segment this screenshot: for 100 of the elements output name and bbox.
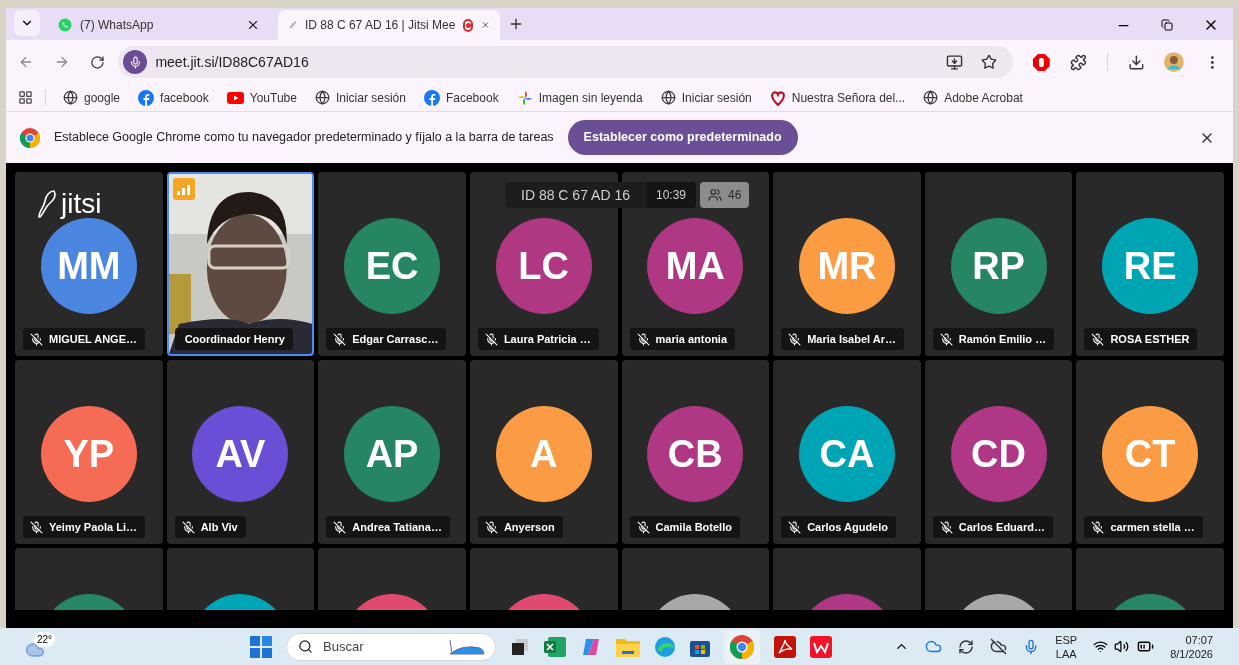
- avatar-initials: MM: [57, 243, 121, 289]
- participant-name: Camila Botello: [655, 519, 732, 535]
- infobar-message: Establece Google Chrome como tu navegador predeterminado y fíjalo a la barra de tareas: [54, 129, 554, 147]
- participant-name: Alb Viv: [200, 519, 238, 535]
- globe-icon: [923, 90, 939, 105]
- participant-name: maria antonia: [655, 331, 728, 347]
- new-tab-button[interactable]: [508, 16, 524, 32]
- profile-avatar[interactable]: [1164, 52, 1185, 72]
- tab-title: ID 88 C 67 AD 16 | Jitsi Mee: [304, 17, 456, 34]
- youtube-icon: [226, 91, 244, 104]
- install-app-icon[interactable]: [946, 53, 964, 71]
- bookmark[interactable]: Adobe Acrobat: [918, 88, 1028, 107]
- bookmark[interactable]: facebook: [133, 88, 214, 107]
- participant-name: Laura Patricia …: [503, 331, 591, 347]
- language-indicator[interactable]: ESP LAA: [1055, 632, 1078, 661]
- participant-name: Yeimy Paola Li…: [49, 519, 138, 535]
- tab-title: (7) WhatsApp: [80, 17, 155, 34]
- restore-icon[interactable]: [1161, 19, 1173, 31]
- participant-name: Edgar Carrasc…: [352, 331, 439, 347]
- browser-tab[interactable]: (7) WhatsApp: [48, 10, 270, 40]
- microphone-indicator-icon: [123, 50, 148, 74]
- volume-icon[interactable]: [1114, 639, 1130, 654]
- tab-search-button[interactable]: [14, 10, 40, 36]
- heart-icon: [769, 89, 786, 106]
- participant-tile[interactable]: A Anyerson: [469, 360, 618, 544]
- meeting-timer: 10:39: [645, 182, 696, 208]
- browser-tab[interactable]: ID 88 C 67 AD 16 | Jitsi Mee: [278, 10, 500, 40]
- address-bar[interactable]: meet.jit.si/ID88C67AD16: [118, 46, 1014, 78]
- back-icon[interactable]: [18, 54, 34, 70]
- participant-name: Carlos Eduard…: [958, 519, 1045, 535]
- avatar-initials: YP: [63, 431, 115, 477]
- participant-tile[interactable]: YP Yeimy Paola Li…: [15, 360, 163, 544]
- pdf-app-icon[interactable]: [774, 635, 797, 658]
- avatar-initials: MA: [665, 243, 725, 289]
- set-default-button[interactable]: Establecer como predeterminado: [567, 120, 798, 155]
- avatar-initials: CA: [819, 431, 875, 477]
- search-field[interactable]: Buscar: [286, 632, 497, 661]
- bookmark-star-icon[interactable]: [981, 54, 998, 70]
- office-suite-icon[interactable]: [810, 635, 833, 658]
- chrome-taskbar-button[interactable]: [724, 629, 761, 664]
- bookmark[interactable]: Facebook: [418, 88, 504, 107]
- reload-icon[interactable]: [89, 54, 105, 70]
- participant-name: carmen stella …: [1110, 519, 1195, 535]
- avatar-initials: MR: [817, 243, 877, 289]
- participant-tile[interactable]: RE ROSA ESTHER: [1076, 172, 1224, 356]
- globe-icon: [314, 90, 330, 105]
- participant-tile[interactable]: CD Carlos Eduard…: [924, 360, 1073, 544]
- bookmark[interactable]: YouTube: [221, 88, 302, 107]
- participant-tile[interactable]: EC Edgar Carrasc…: [318, 172, 466, 356]
- windows-logo-icon[interactable]: [250, 635, 273, 658]
- chrome-logo-icon: [730, 634, 755, 659]
- avatar-initials: EC: [365, 243, 419, 289]
- download-icon[interactable]: [1127, 53, 1145, 71]
- close-icon[interactable]: [246, 18, 260, 32]
- apps-icon[interactable]: [18, 90, 33, 105]
- avatar-initials: RP: [972, 243, 1025, 289]
- participant-tile[interactable]: Coordinador Henry: [166, 172, 315, 356]
- globe-icon: [660, 90, 676, 105]
- weather-temperature[interactable]: 22°: [34, 631, 56, 647]
- chat-icon: [58, 18, 72, 32]
- wifi-icon[interactable]: [1093, 639, 1109, 654]
- bookmark[interactable]: google: [58, 88, 126, 107]
- bookmark[interactable]: Iniciar sesión: [655, 88, 757, 107]
- globe-icon: [63, 90, 78, 105]
- participant-tile[interactable]: CT carmen stella …: [1076, 360, 1224, 544]
- sync-icon[interactable]: [958, 638, 975, 655]
- participant-tile[interactable]: AP Andrea Tatiana…: [318, 360, 466, 544]
- participant-tile[interactable]: CB Camila Botello: [621, 360, 770, 544]
- participant-tile[interactable]: AV Alb Viv: [166, 360, 315, 544]
- task-view-icon[interactable]: [510, 636, 531, 657]
- pinwheel-icon: [516, 89, 533, 106]
- facebook-icon: [138, 89, 155, 106]
- people-icon: [708, 188, 722, 202]
- participants-button[interactable]: 46: [700, 182, 750, 208]
- avatar-initials: AV: [215, 431, 266, 477]
- participant-tile[interactable]: RP Ramón Emilio …: [924, 172, 1073, 356]
- cloud-off-icon[interactable]: [990, 638, 1008, 655]
- clock[interactable]: 07:07 8/1/2026: [1170, 632, 1217, 661]
- spreadsheet-app-icon[interactable]: [544, 636, 567, 657]
- avatar-initials: A: [529, 431, 558, 477]
- bookmark[interactable]: Imagen sin leyenda: [511, 88, 648, 107]
- bookmark[interactable]: Nuestra Señora del...: [764, 88, 911, 107]
- avatar-initials: CB: [667, 431, 723, 477]
- participant-tile[interactable]: CA Carlos Agudelo: [773, 360, 921, 544]
- participant-name: MIGUEL ANGE…: [49, 331, 137, 347]
- avatar-initials: RE: [1123, 243, 1177, 289]
- participant-tile[interactable]: MR Maria Isabel Ar…: [773, 172, 921, 356]
- participant-name: Ramón Emilio …: [958, 331, 1047, 347]
- avatar-initials: CD: [971, 431, 1026, 477]
- participant-name: Andrea Tatiana…: [352, 519, 442, 535]
- participant-name: Carlos Agudelo: [807, 519, 888, 535]
- folder-icon[interactable]: [616, 636, 641, 657]
- bookmark[interactable]: Iniciar sesión: [309, 88, 411, 107]
- participant-name: Anyerson: [503, 519, 555, 535]
- stop-hand-icon[interactable]: [1033, 53, 1050, 71]
- participant-name: Maria Isabel Ar…: [807, 331, 896, 347]
- avatar-initials: CT: [1124, 431, 1176, 477]
- avatar-initials: AP: [365, 431, 419, 477]
- recording-icon: [463, 18, 474, 32]
- extensions-icon[interactable]: [1069, 53, 1087, 71]
